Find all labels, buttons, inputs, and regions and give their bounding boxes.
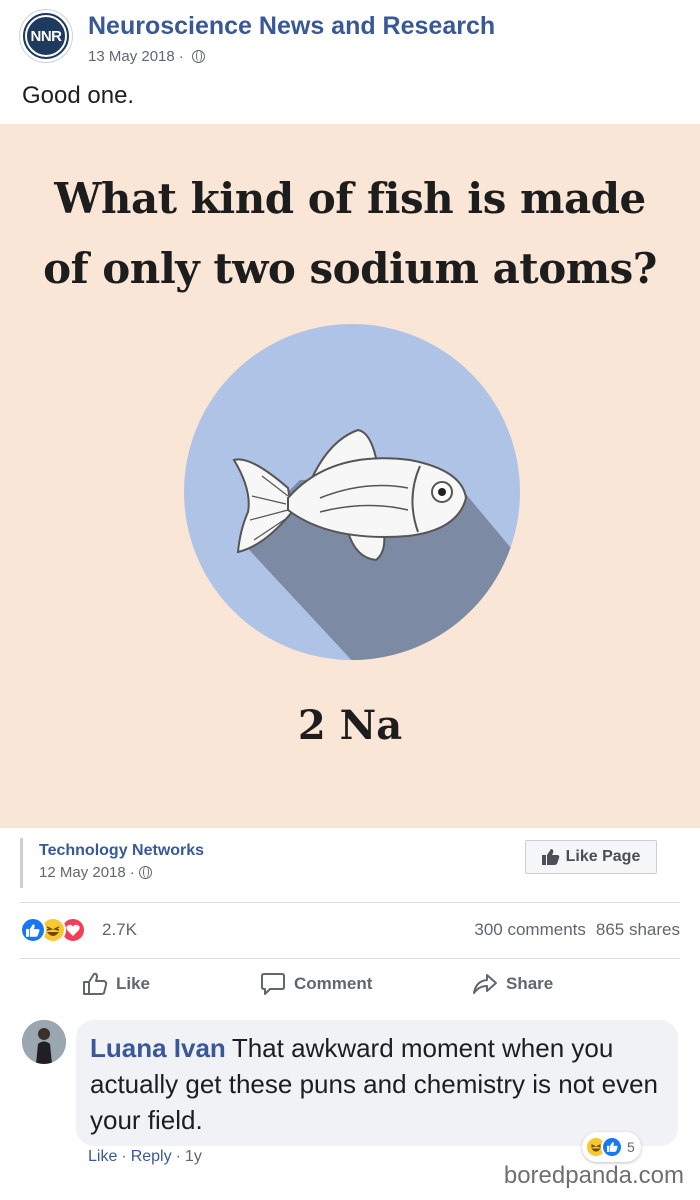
post-image[interactable]: What kind of fish is made of only two so… [0,124,700,828]
reactions-count[interactable]: 2.7K [102,920,137,940]
meta-separator: · [129,864,135,881]
commenter-avatar[interactable] [22,1020,66,1064]
like-reaction-icon [601,1136,623,1158]
comment-button[interactable]: Comment [260,972,372,996]
like-reaction-icon[interactable] [20,917,46,943]
headline-line-2: of only two sodium atoms? [43,244,657,293]
comments-count[interactable]: 300 comments [474,920,586,940]
shared-page-name[interactable]: Technology Networks [39,842,204,860]
watermark: boredpanda.com [503,1162,684,1189]
share-label: Share [506,974,554,993]
shared-source: Technology Networks 12 May 2018 · Like P… [20,838,680,888]
meta-separator: · [121,1148,127,1165]
page-avatar[interactable]: NNR [20,10,72,62]
meta-separator: · [175,1148,181,1165]
globe-icon [191,50,205,63]
comment-bubble: Luana Ivan That awkward moment when you a… [76,1020,678,1146]
comment-reply-link[interactable]: Reply [131,1148,172,1166]
engagement-counts: 300 comments 865 shares [474,920,680,940]
comment-icon [261,973,285,995]
divider [20,902,680,903]
reactions-bar: 2.7K 300 comments 865 shares [20,912,680,948]
comment-label: Comment [294,974,373,993]
post-header: NNR Neuroscience News and Research 13 Ma… [20,10,680,65]
image-answer: 2 Na [297,702,403,749]
shares-count[interactable]: 865 shares [596,920,680,940]
comment-age[interactable]: 1y [185,1148,202,1166]
avatar-logo-text: NNR [25,15,67,57]
comment-actions: Like · Reply · 1y [88,1148,202,1166]
divider [20,958,680,959]
thumbs-up-icon [541,849,559,865]
meta-separator: · [178,48,184,65]
share-button[interactable]: Share [472,972,553,996]
globe-icon [138,866,152,879]
like-page-button[interactable]: Like Page [525,840,657,874]
like-label: Like [116,974,151,993]
shared-meta: 12 May 2018 · [39,864,152,881]
like-button[interactable]: Like [82,972,150,996]
comment-body: Luana Ivan That awkward moment when you a… [90,1030,664,1138]
comment-reactions-count: 5 [627,1139,635,1155]
thumbs-up-icon [83,972,108,995]
headline-line-1: What kind of fish is made [54,174,646,223]
share-arrow-icon [473,974,497,994]
like-page-label: Like Page [565,848,641,865]
image-headline: What kind of fish is made of only two so… [0,164,700,304]
comment-like-link[interactable]: Like [88,1148,117,1166]
comment-author[interactable]: Luana Ivan [90,1033,226,1063]
comment-reactions[interactable]: 5 [582,1132,641,1162]
post-text: Good one. [22,82,135,109]
shared-date[interactable]: 12 May 2018 [39,864,126,881]
post-meta: 13 May 2018 · [88,48,205,65]
page-name-link[interactable]: Neuroscience News and Research [88,12,495,41]
post-actions: Like Comment Share [20,966,680,1006]
post-date[interactable]: 13 May 2018 [88,48,175,65]
fish-illustration [184,324,520,660]
